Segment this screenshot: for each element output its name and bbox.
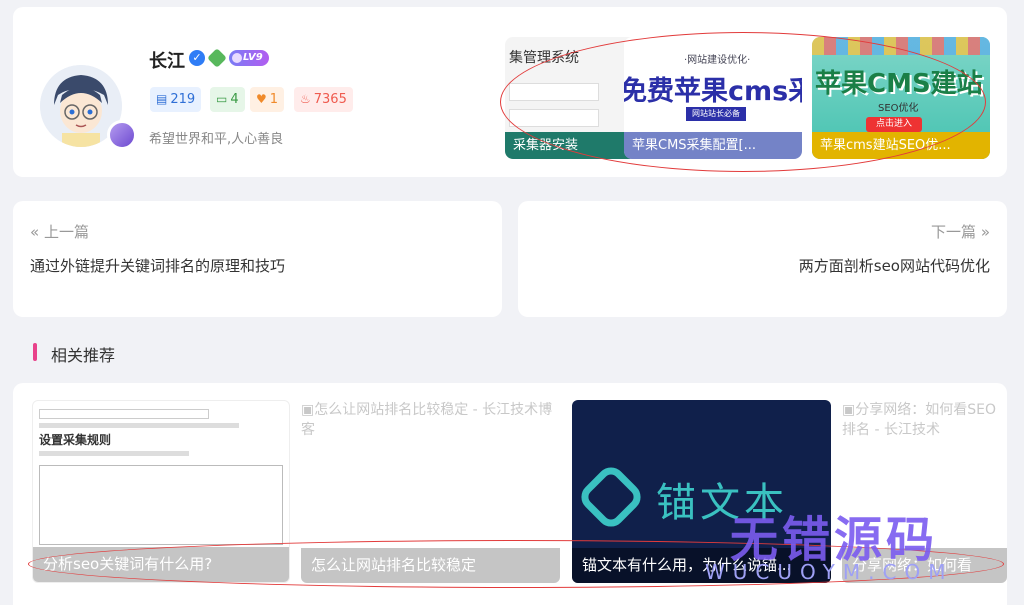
- annotation-ellipse: [500, 32, 986, 172]
- thumb-field: [39, 409, 209, 419]
- vip-diamond-icon: [107, 120, 137, 150]
- thumb-line: [39, 423, 239, 428]
- next-label: 下一篇 »: [931, 223, 990, 241]
- document-icon: ▤: [156, 92, 168, 106]
- section-accent-bar: [33, 343, 37, 361]
- broken-image-alt: ▣怎么让网站排名比较稳定 - 长江技术博客: [301, 402, 553, 438]
- stat-hot: ♨ 7365: [294, 87, 353, 112]
- author-signature: 希望世界和平,人心善良: [149, 132, 284, 147]
- section-title: 相关推荐: [51, 346, 116, 365]
- badge-hex-icon: [207, 48, 227, 68]
- thumb-box: [39, 465, 283, 545]
- link-chain-icon: [575, 461, 647, 533]
- level-icon: [232, 53, 242, 63]
- verified-check-icon: ✓: [189, 50, 205, 66]
- broken-image-icon: ▣: [301, 402, 315, 418]
- stat-articles: ▤ 219: [150, 87, 202, 112]
- prev-title[interactable]: 通过外链提升关键词排名的原理和技巧: [30, 255, 285, 276]
- chevron-right-icon: »: [980, 223, 990, 241]
- level-badge: LV9: [229, 50, 269, 66]
- heart-icon: ♥: [256, 92, 267, 106]
- fire-icon: ♨: [300, 92, 311, 106]
- next-title[interactable]: 两方面剖析seo网站代码优化: [799, 255, 990, 276]
- comment-icon: ▭: [216, 92, 228, 106]
- broken-image-icon: ▣: [842, 402, 856, 418]
- prev-label: « 上一篇: [30, 223, 89, 241]
- stat-likes: ♥ 1: [250, 87, 285, 112]
- next-post-card[interactable]: 下一篇 » 两方面剖析seo网站代码优化: [518, 201, 1007, 317]
- stat-comments: ▭ 4: [210, 87, 245, 112]
- broken-image-alt: ▣分享网络：如何看SEO排名 - 长江技术: [842, 402, 996, 438]
- thumb-line: [39, 451, 189, 456]
- watermark-sub: WUCUOYM.COM: [705, 560, 954, 584]
- thumb-heading: 设置采集规则: [39, 433, 112, 447]
- chevron-left-icon: «: [30, 223, 40, 241]
- author-name[interactable]: 长江: [149, 47, 185, 73]
- prev-post-card[interactable]: « 上一篇 通过外链提升关键词排名的原理和技巧: [13, 201, 502, 317]
